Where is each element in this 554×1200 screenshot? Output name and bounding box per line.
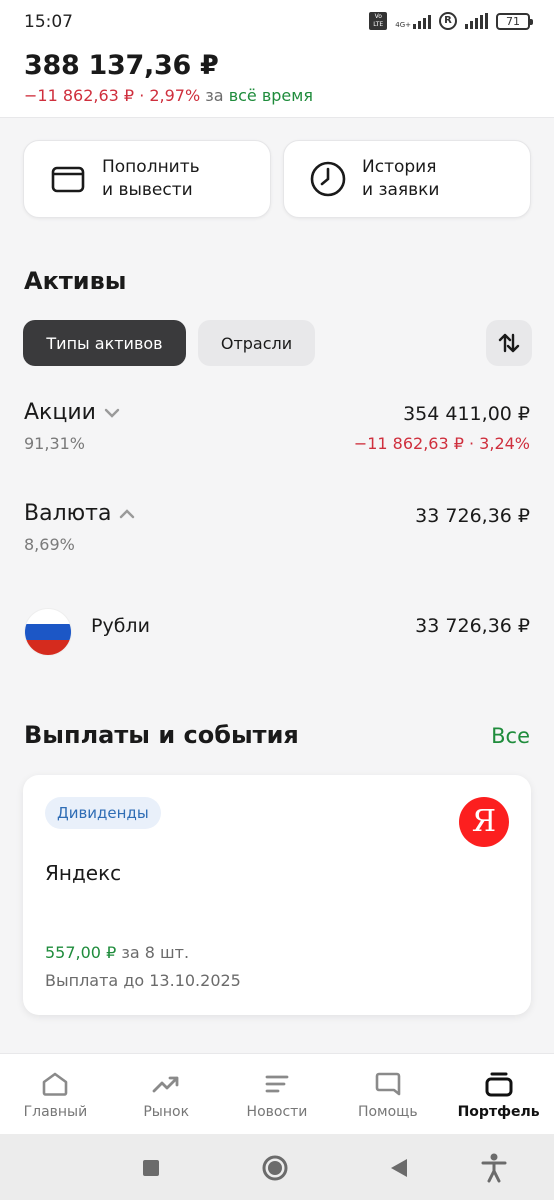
portfolio-change: −11 862,63 ₽ · 2,97% за всё время — [24, 86, 313, 105]
square-icon — [143, 1160, 159, 1176]
history-orders-button[interactable]: История и заявки — [283, 140, 531, 218]
status-time: 15:07 — [24, 12, 73, 32]
dividend-event-card[interactable]: Дивиденды Я Яндекс 557,00 ₽ за 8 шт. Вып… — [23, 775, 531, 1015]
bottom-navigation: Главный Рынок Новости Помощь Портфель — [0, 1053, 554, 1134]
volte-icon: Vo LTE — [369, 12, 388, 30]
asset-group-change: −11 862,63 ₽ · 3,24% — [353, 434, 530, 453]
portfolio-screen: 15:07 Vo LTE 4G+ R 71 388 137,36 ₽ −11 8… — [0, 0, 554, 1200]
status-bar: 15:07 Vo LTE 4G+ R 71 — [0, 0, 554, 44]
asset-group-share: 91,31% — [24, 434, 86, 453]
status-icons: Vo LTE 4G+ R 71 — [369, 12, 533, 30]
russia-flag-icon — [24, 608, 72, 656]
nav-label: Помощь — [357, 1104, 418, 1120]
signal-icon: 4G+ — [395, 13, 431, 29]
back-button[interactable] — [385, 1154, 413, 1182]
recent-apps-button[interactable] — [137, 1154, 165, 1182]
battery-icon: 71 — [496, 12, 533, 30]
news-icon — [264, 1070, 290, 1098]
circle-icon — [262, 1155, 288, 1181]
trend-icon — [151, 1070, 181, 1098]
asset-group-name: Валюта — [24, 501, 112, 526]
nav-news[interactable]: Новости — [222, 1054, 333, 1134]
nav-label: Новости — [246, 1104, 308, 1120]
back-triangle-icon — [391, 1159, 407, 1177]
clock-icon — [308, 159, 348, 199]
wallet-icon — [48, 159, 88, 199]
change-value: −11 862,63 ₽ · 2,97% — [24, 86, 201, 105]
yandex-logo-icon: Я — [459, 797, 509, 847]
nav-label: Портфель — [457, 1104, 540, 1120]
change-period-link[interactable]: всё время — [229, 86, 313, 105]
deposit-withdraw-button[interactable]: Пополнить и вывести — [23, 140, 271, 218]
nav-home[interactable]: Главный — [0, 1054, 111, 1134]
deposit-withdraw-label: Пополнить и вывести — [102, 157, 200, 200]
sort-icon — [498, 333, 520, 353]
briefcase-icon — [484, 1070, 514, 1098]
asset-group-value: 354 411,00 ₽ — [403, 403, 530, 425]
event-type-badge: Дивиденды — [45, 797, 161, 829]
nav-help[interactable]: Помощь — [332, 1054, 443, 1134]
events-all-link[interactable]: Все — [491, 724, 530, 748]
tab-industries[interactable]: Отрасли — [198, 320, 315, 366]
chat-icon — [374, 1070, 402, 1098]
home-icon — [40, 1070, 70, 1098]
nav-market[interactable]: Рынок — [111, 1054, 222, 1134]
chevron-up-icon — [120, 508, 135, 518]
signal-icon — [465, 13, 488, 29]
event-company: Яндекс — [45, 861, 122, 885]
chevron-down-icon — [104, 408, 120, 418]
asset-item-name: Рубли — [91, 615, 150, 637]
sort-button[interactable] — [486, 320, 532, 366]
asset-item-value: 33 726,36 ₽ — [415, 615, 530, 637]
asset-group-value: 33 726,36 ₽ — [415, 505, 530, 527]
event-amount-suffix: за 8 шт. — [121, 943, 190, 962]
accessibility-button[interactable] — [480, 1153, 508, 1183]
assets-title: Активы — [24, 267, 127, 295]
accessibility-icon — [481, 1153, 507, 1183]
nav-portfolio[interactable]: Портфель — [443, 1054, 554, 1134]
event-amount: 557,00 ₽ за 8 шт. — [45, 943, 189, 962]
nav-label: Главный — [23, 1104, 88, 1120]
history-orders-label: История и заявки — [362, 157, 440, 200]
registered-icon: R — [439, 12, 457, 30]
events-title: Выплаты и события — [24, 721, 299, 749]
tab-asset-types[interactable]: Типы активов — [23, 320, 186, 366]
portfolio-header: 388 137,36 ₽ −11 862,63 ₽ · 2,97% за всё… — [0, 44, 554, 118]
home-system-button[interactable] — [261, 1154, 289, 1182]
change-prefix: за — [205, 86, 224, 105]
network-type: 4G+ — [395, 21, 411, 29]
nav-label: Рынок — [143, 1104, 190, 1120]
system-navigation-bar — [0, 1134, 554, 1200]
asset-group-name: Акции — [24, 400, 96, 425]
event-amount-value: 557,00 ₽ — [45, 943, 117, 962]
event-payout-date: Выплата до 13.10.2025 — [45, 971, 241, 990]
portfolio-total: 388 137,36 ₽ — [24, 50, 219, 81]
asset-group-share: 8,69% — [24, 535, 75, 554]
